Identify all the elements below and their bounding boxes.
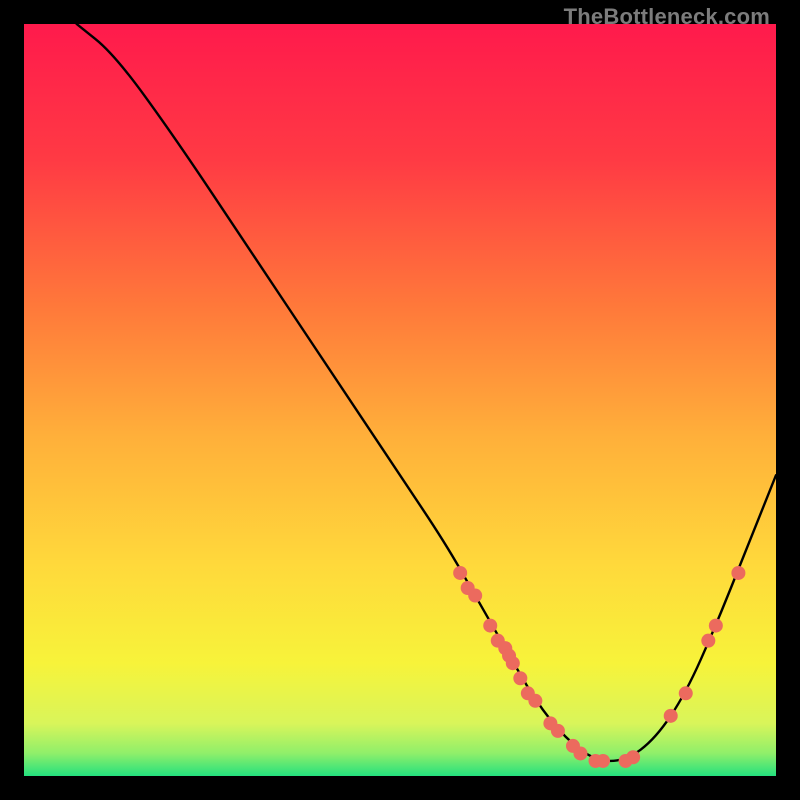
data-marker	[701, 634, 715, 648]
plot-frame	[24, 24, 776, 776]
data-marker	[709, 619, 723, 633]
data-marker	[513, 671, 527, 685]
data-marker	[596, 754, 610, 768]
watermark-text: TheBottleneck.com	[564, 4, 770, 30]
data-marker	[551, 724, 565, 738]
data-marker	[731, 566, 745, 580]
data-marker	[626, 750, 640, 764]
data-marker	[483, 619, 497, 633]
data-marker	[506, 656, 520, 670]
data-marker	[573, 746, 587, 760]
data-marker	[468, 589, 482, 603]
gradient-background	[24, 24, 776, 776]
data-marker	[679, 686, 693, 700]
data-marker	[453, 566, 467, 580]
data-marker	[528, 694, 542, 708]
chart-svg	[24, 24, 776, 776]
data-marker	[664, 709, 678, 723]
